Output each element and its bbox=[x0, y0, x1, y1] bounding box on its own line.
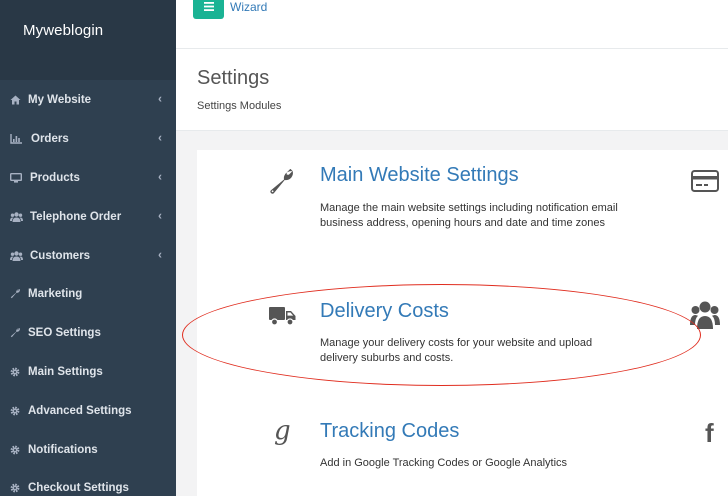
users-icon bbox=[10, 211, 28, 222]
sidebar-item-label: Main Settings bbox=[28, 365, 103, 378]
page-header: Settings Settings Modules bbox=[176, 49, 728, 131]
users-icon bbox=[690, 300, 720, 335]
sidebar-item-checkout-settings[interactable]: Checkout Settings bbox=[0, 468, 176, 496]
gear-icon bbox=[10, 406, 28, 416]
sidebar-item-label: Checkout Settings bbox=[28, 481, 129, 494]
desktop-icon bbox=[10, 172, 28, 183]
sidebar-item-label: Customers bbox=[30, 249, 91, 262]
sidebar-item-label: Products bbox=[30, 171, 80, 184]
wrench-icon bbox=[10, 327, 28, 338]
sidebar-item-orders[interactable]: Orders ‹ bbox=[0, 119, 176, 158]
gear-icon bbox=[10, 483, 28, 493]
sidebar-item-my-website[interactable]: My Website ‹ bbox=[0, 80, 176, 119]
sidebar-item-label: SEO Settings bbox=[28, 326, 101, 339]
module-description: Add in Google Tracking Codes or Google A… bbox=[320, 457, 568, 469]
chevron-left-icon: ‹ bbox=[158, 208, 162, 223]
sidebar-item-marketing[interactable]: Marketing bbox=[0, 274, 176, 313]
credit-card-icon bbox=[691, 170, 719, 197]
wrench-icon bbox=[10, 288, 28, 299]
chevron-left-icon: ‹ bbox=[158, 247, 162, 262]
truck-icon bbox=[269, 306, 296, 331]
sidebar-item-label: Telephone Order bbox=[30, 210, 122, 223]
sidebar-item-seo-settings[interactable]: SEO Settings bbox=[0, 313, 176, 352]
hamburger-icon bbox=[203, 0, 214, 16]
breadcrumb: Settings Modules bbox=[197, 100, 282, 112]
facebook-icon: f bbox=[705, 418, 714, 448]
chevron-left-icon: ‹ bbox=[158, 169, 162, 184]
gear-icon bbox=[10, 445, 28, 455]
bar-chart-icon bbox=[10, 133, 28, 144]
module-description: Manage the main website settings includi… bbox=[320, 202, 618, 229]
sidebar-item-label: My Website bbox=[28, 93, 92, 106]
sidebar-item-label: Notifications bbox=[28, 443, 98, 456]
sidebar-item-customers[interactable]: Customers ‹ bbox=[0, 236, 176, 275]
brand[interactable]: Myweblogin bbox=[0, 0, 176, 80]
sidebar: Myweblogin My Website ‹ Orders ‹ Product… bbox=[0, 0, 176, 496]
module-title[interactable]: Delivery Costs bbox=[320, 300, 449, 323]
sidebar-item-label: Marketing bbox=[28, 287, 83, 300]
sidebar-item-products[interactable]: Products ‹ bbox=[0, 158, 176, 197]
sidebar-item-main-settings[interactable]: Main Settings bbox=[0, 352, 176, 391]
home-icon bbox=[10, 95, 28, 105]
chevron-left-icon: ‹ bbox=[158, 130, 162, 145]
sidebar-item-notifications[interactable]: Notifications bbox=[0, 430, 176, 469]
wrench-icon bbox=[269, 168, 295, 199]
sidebar-item-advanced-settings[interactable]: Advanced Settings bbox=[0, 391, 176, 430]
module-title[interactable]: Main Website Settings bbox=[320, 164, 519, 187]
google-icon: g bbox=[274, 416, 291, 446]
wizard-link[interactable]: Wizard bbox=[230, 0, 267, 14]
brand-name: Myweblogin bbox=[23, 22, 104, 39]
sidebar-item-label: Orders bbox=[31, 132, 69, 145]
gear-icon bbox=[10, 367, 28, 377]
page-title: Settings bbox=[197, 67, 270, 89]
top-navbar: Wizard bbox=[176, 0, 728, 49]
users-icon bbox=[10, 250, 28, 261]
settings-modules-panel: Main Website Settings Manage the main we… bbox=[197, 150, 728, 496]
module-description: Manage your delivery costs for your webs… bbox=[320, 337, 593, 364]
menu-toggle-button[interactable] bbox=[193, 0, 224, 19]
sidebar-item-telephone-order[interactable]: Telephone Order ‹ bbox=[0, 197, 176, 236]
sidebar-item-label: Advanced Settings bbox=[28, 404, 132, 417]
module-title[interactable]: Tracking Codes bbox=[320, 420, 459, 443]
chevron-left-icon: ‹ bbox=[158, 91, 162, 106]
